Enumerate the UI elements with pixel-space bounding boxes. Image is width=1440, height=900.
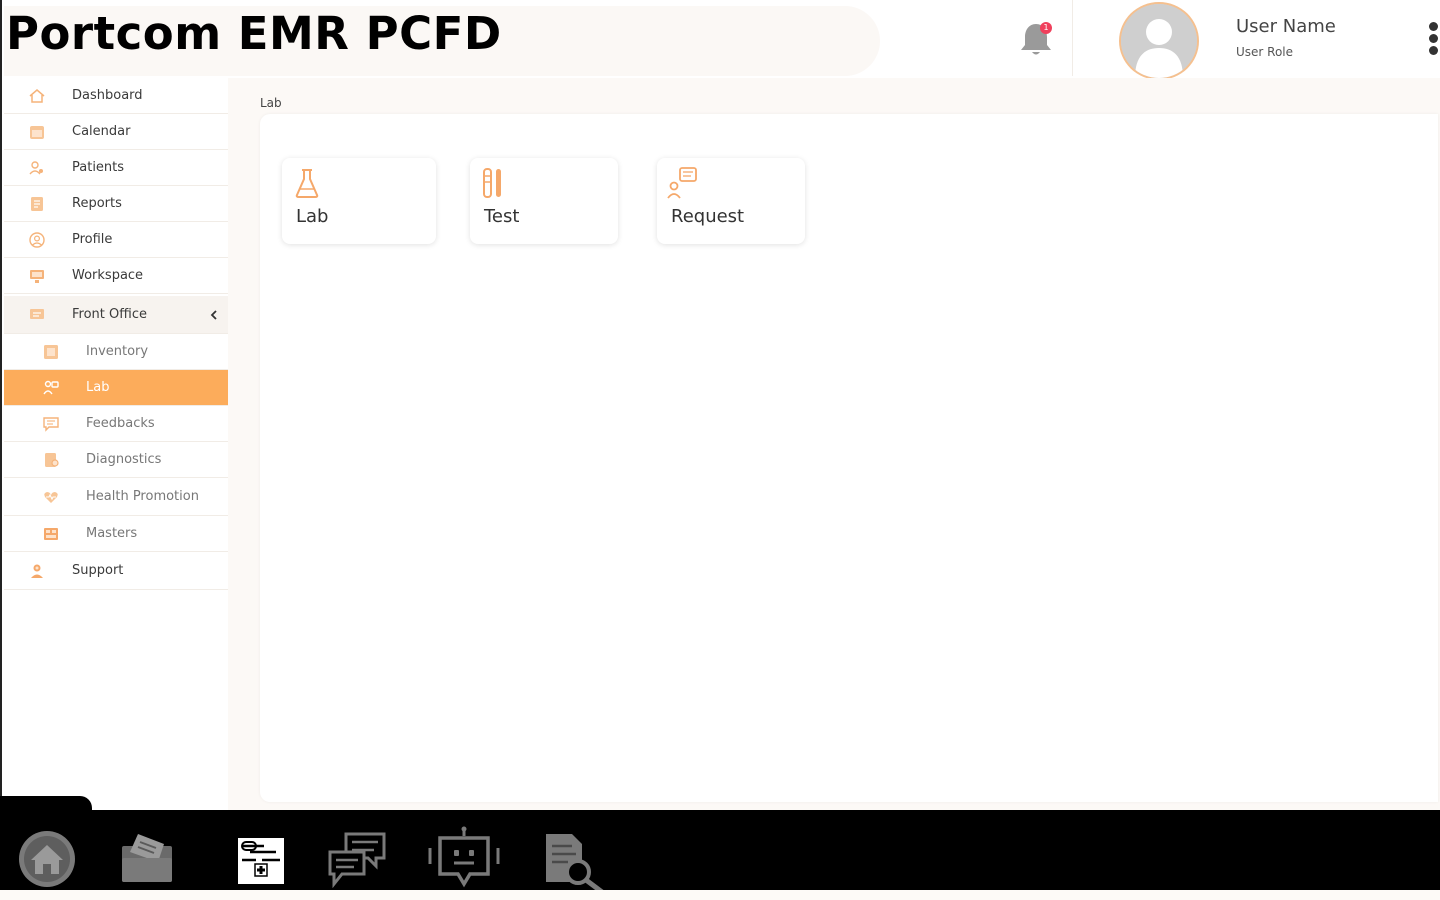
feedback-icon <box>43 416 59 432</box>
card-label: Test <box>484 206 520 227</box>
sidebar-item-profile[interactable]: Profile <box>4 222 230 258</box>
sidebar-item-label: Inventory <box>86 344 149 359</box>
request-card[interactable]: Request <box>657 158 805 244</box>
lab-icon <box>43 380 59 394</box>
sidebar-item-label: Support <box>72 563 124 578</box>
header-divider <box>1072 0 1073 76</box>
profile-icon <box>29 231 45 248</box>
app-title: Portcom EMR PCFD <box>6 7 502 60</box>
test-card[interactable]: Test <box>470 158 618 244</box>
sidebar-item-diagnostics[interactable]: Diagnostics <box>4 442 230 478</box>
inventory-icon <box>44 344 58 359</box>
user-name: User Name <box>1236 16 1336 37</box>
sidebar-item-label: Patients <box>72 160 125 175</box>
chat-icon[interactable] <box>326 830 388 888</box>
files-icon[interactable] <box>118 832 176 886</box>
content-panel: Lab Test Request <box>260 114 1438 802</box>
masters-icon <box>44 527 58 540</box>
health-promotion-icon <box>44 491 58 503</box>
request-icon <box>667 167 697 199</box>
breadcrumb: Lab <box>260 96 282 110</box>
calendar-icon <box>30 125 44 139</box>
sidebar-item-dashboard[interactable]: Dashboard <box>4 78 230 114</box>
chevron-left-icon[interactable] <box>208 309 220 321</box>
sidebar: Dashboard Calendar Patients Reports Prof… <box>0 78 230 798</box>
sidebar-item-lab[interactable]: Lab <box>4 370 230 406</box>
sidebar-item-label: Calendar <box>72 124 131 139</box>
main-content: Lab Lab Test Request <box>228 78 1440 810</box>
document-search-icon[interactable] <box>542 830 610 898</box>
sidebar-item-label: Reports <box>72 196 122 211</box>
support-icon <box>31 564 43 578</box>
notification-badge: 1 <box>1040 22 1052 34</box>
more-options-icon[interactable] <box>1426 22 1440 62</box>
sidebar-item-label: Profile <box>72 232 113 247</box>
test-tubes-icon <box>483 168 501 198</box>
sidebar-item-masters[interactable]: Masters <box>4 516 230 552</box>
home-icon[interactable] <box>18 830 76 888</box>
card-label: Request <box>671 206 745 227</box>
sidebar-item-front-office[interactable]: Front Office <box>4 296 230 334</box>
sidebar-item-health-promotion[interactable]: Health Promotion <box>4 478 230 516</box>
sidebar-item-workspace[interactable]: Workspace <box>4 258 230 294</box>
front-office-icon <box>30 308 44 319</box>
sidebar-item-label: Health Promotion <box>86 489 199 504</box>
sidebar-item-label: Dashboard <box>72 88 143 103</box>
sidebar-item-reports[interactable]: Reports <box>4 186 230 222</box>
reports-icon <box>31 196 43 211</box>
user-role: User Role <box>1236 45 1294 59</box>
bottom-strip <box>0 890 1440 900</box>
monitor-icon <box>30 269 44 283</box>
sidebar-item-label: Workspace <box>72 268 144 283</box>
sidebar-item-label: Diagnostics <box>86 452 162 467</box>
lab-card[interactable]: Lab <box>282 158 436 244</box>
diagnostics-icon <box>45 452 59 467</box>
user-silhouette-icon <box>1121 4 1197 78</box>
patients-icon <box>29 160 43 174</box>
sidebar-item-inventory[interactable]: Inventory <box>4 334 230 370</box>
user-avatar[interactable] <box>1119 2 1199 80</box>
sidebar-item-support[interactable]: Support <box>4 552 230 590</box>
top-header: Portcom EMR PCFD 1 User Name User Role <box>0 0 1440 80</box>
bottom-toolbar <box>0 810 1440 894</box>
sidebar-item-label: Masters <box>86 526 138 541</box>
chatbot-icon[interactable] <box>426 826 502 890</box>
sidebar-item-calendar[interactable]: Calendar <box>4 114 230 150</box>
card-label: Lab <box>296 206 329 227</box>
flask-icon <box>295 169 319 198</box>
home-icon <box>29 88 45 103</box>
sidebar-item-feedbacks[interactable]: Feedbacks <box>4 406 230 442</box>
sidebar-item-label: Feedbacks <box>86 416 155 431</box>
medical-record-icon[interactable] <box>236 836 286 886</box>
sidebar-item-label: Lab <box>86 380 110 395</box>
sidebar-item-patients[interactable]: Patients <box>4 150 230 186</box>
sidebar-item-label: Front Office <box>72 307 147 322</box>
